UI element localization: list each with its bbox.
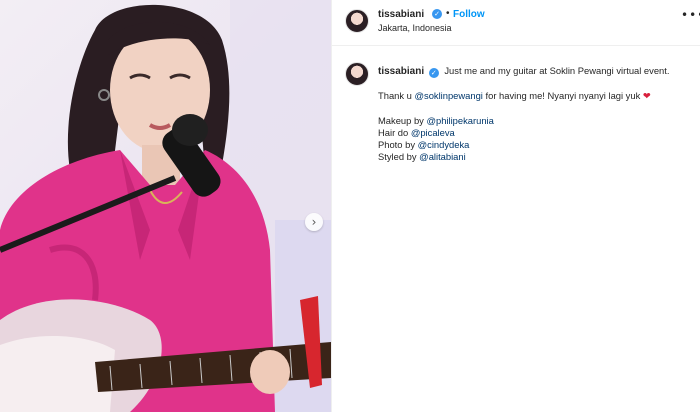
heart-emoji-icon: ❤: [642, 91, 651, 102]
thanks-text: Thank u: [378, 90, 415, 101]
post-header: tissabiani ✓ • Follow Jakarta, Indonesia…: [332, 0, 700, 46]
caption-text: tissabiani ✓ Just me and my guitar at So…: [378, 65, 698, 163]
credit-hair: Hair do @picaleva: [378, 127, 698, 139]
post-location[interactable]: Jakarta, Indonesia: [378, 23, 452, 33]
post-side-panel: tissabiani ✓ • Follow Jakarta, Indonesia…: [331, 0, 700, 412]
credit-makeup: Makeup by @philipekarunia: [378, 115, 698, 127]
profile-avatar[interactable]: [345, 9, 369, 33]
caption-verified-icon: ✓: [428, 68, 439, 78]
credit-photo: Photo by @cindydeka: [378, 139, 698, 151]
credit-label: Styled by: [378, 151, 420, 162]
credit-label: Makeup by: [378, 115, 427, 126]
more-options-icon[interactable]: •••: [681, 8, 700, 22]
profile-username[interactable]: tissabiani: [378, 9, 424, 20]
mention-philipekarunia[interactable]: @philipekarunia: [426, 115, 493, 126]
caption-avatar[interactable]: [345, 62, 369, 86]
next-image-chevron-icon[interactable]: ›: [305, 213, 323, 231]
thanks-suffix: for having me! Nyanyi nyanyi lagi yuk: [482, 90, 643, 101]
post-photo[interactable]: ›: [0, 0, 331, 412]
caption-line-2: Thank u @soklinpewangi for having me! Ny…: [378, 90, 698, 103]
credit-label: Photo by: [378, 139, 418, 150]
credit-label: Hair do: [378, 127, 411, 138]
caption-message: Just me and my guitar at Soklin Pewangi …: [444, 65, 670, 76]
separator-dot: •: [446, 8, 450, 19]
credits-list: Makeup by @philipekarunia Hair do @pical…: [378, 115, 698, 163]
verified-badge-icon: ✓: [432, 9, 442, 19]
mention-picaleva[interactable]: @picaleva: [411, 127, 455, 138]
mention-soklinpewangi[interactable]: @soklinpewangi: [414, 90, 482, 101]
mention-alitabiani[interactable]: @alitabiani: [419, 151, 466, 162]
caption-username[interactable]: tissabiani: [378, 66, 424, 77]
follow-button[interactable]: Follow: [453, 9, 485, 20]
caption-line-1: tissabiani ✓ Just me and my guitar at So…: [378, 65, 698, 78]
credit-styled: Styled by @alitabiani: [378, 151, 698, 163]
mention-cindydeka[interactable]: @cindydeka: [418, 139, 470, 150]
photo-illustration: [0, 0, 331, 412]
